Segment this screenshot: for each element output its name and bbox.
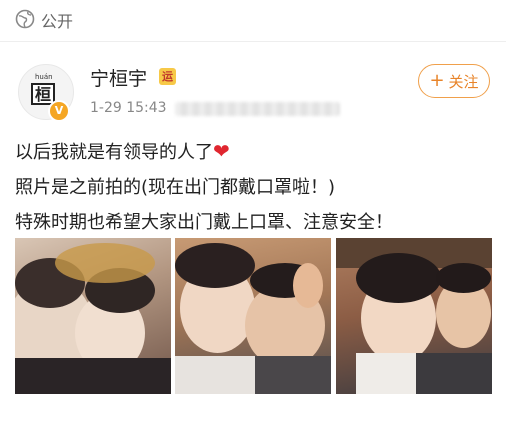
author-name[interactable]: 宁桓宇 <box>90 64 147 91</box>
plus-icon: + <box>429 70 445 91</box>
globe-icon <box>15 9 35 29</box>
post-text-line-3: 特殊时期也希望大家出门戴上口罩、注意安全！ <box>15 212 393 233</box>
visibility-label: 公开 <box>41 12 74 31</box>
post-photo-3[interactable] <box>336 238 492 394</box>
post-text-line-1: 以后我就是有领导的人了❤ <box>15 139 230 163</box>
heart-icon: ❤ <box>213 139 230 163</box>
follow-button[interactable]: + 关注 <box>418 64 490 98</box>
avatar-pinyin: huán <box>35 73 53 81</box>
post-timestamp: 1-29 15:43 <box>90 100 167 116</box>
visibility-bar: 公开 <box>0 0 506 38</box>
member-badge[interactable]: 运 <box>159 68 176 85</box>
blurred-source-text <box>175 102 340 116</box>
follow-label: 关注 <box>448 72 479 91</box>
post-photo-2[interactable] <box>175 238 331 394</box>
post-text-line-2: 照片是之前拍的(现在出门都戴口罩啦！) <box>15 177 336 198</box>
post-photo-1[interactable] <box>15 238 171 394</box>
divider <box>0 41 506 42</box>
verified-v-icon: V <box>48 100 70 122</box>
